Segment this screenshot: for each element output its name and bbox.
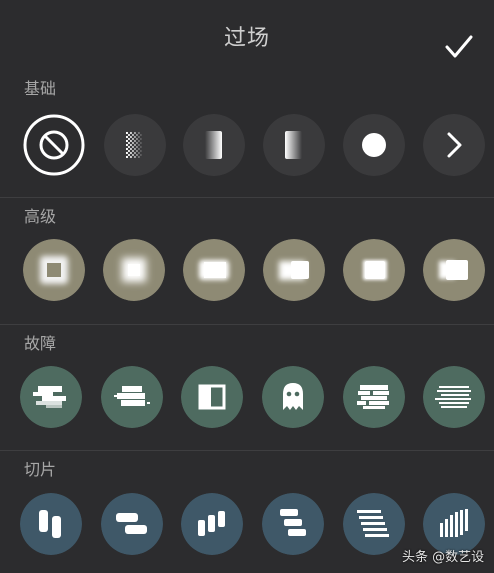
glitch-scramble-icon[interactable] [343,366,405,428]
split-panel-icon[interactable] [181,366,243,428]
slice-steps-icon[interactable] [262,493,324,555]
none-icon[interactable] [23,114,85,176]
dot-icon[interactable] [343,114,405,176]
section-label-advanced: 高级 [24,207,57,226]
blur-glow-icon[interactable] [103,239,165,301]
fade-right-icon[interactable] [263,114,325,176]
blur-edge-left-icon[interactable] [423,239,485,301]
blur-edge-icon[interactable] [343,239,405,301]
checker-dissolve-icon[interactable] [104,114,166,176]
blur-smear-icon[interactable] [183,239,245,301]
page-title: 过场 [223,26,270,51]
glitch-shift-icon[interactable] [20,366,82,428]
slice-bars-icon[interactable] [181,493,243,555]
blur-square-icon[interactable] [23,239,85,301]
slice-vertical-icon[interactable] [20,493,82,555]
section-label-slice: 切片 [24,460,57,479]
next-chevron-icon[interactable] [423,114,485,176]
blur-smear-right-icon[interactable] [263,239,325,301]
section-divider [0,324,494,325]
check-icon[interactable] [444,34,474,60]
section-divider [0,450,494,451]
glitch-lines-icon[interactable] [423,366,485,428]
transition-row-glitch [0,366,494,430]
fade-left-icon[interactable] [183,114,245,176]
glitch-block-icon[interactable] [101,366,163,428]
ghost-icon[interactable] [262,366,324,428]
transition-row-basic [0,114,494,178]
section-label-glitch: 故障 [24,334,57,353]
transition-row-advanced [0,239,494,303]
section-label-basic: 基础 [24,79,57,98]
section-divider [0,197,494,198]
slice-horizontal-icon[interactable] [101,493,163,555]
watermark-text: 头条 @数艺设 [402,550,485,565]
header-bar: 过场 [0,0,494,70]
slice-stripes-icon[interactable] [343,493,405,555]
